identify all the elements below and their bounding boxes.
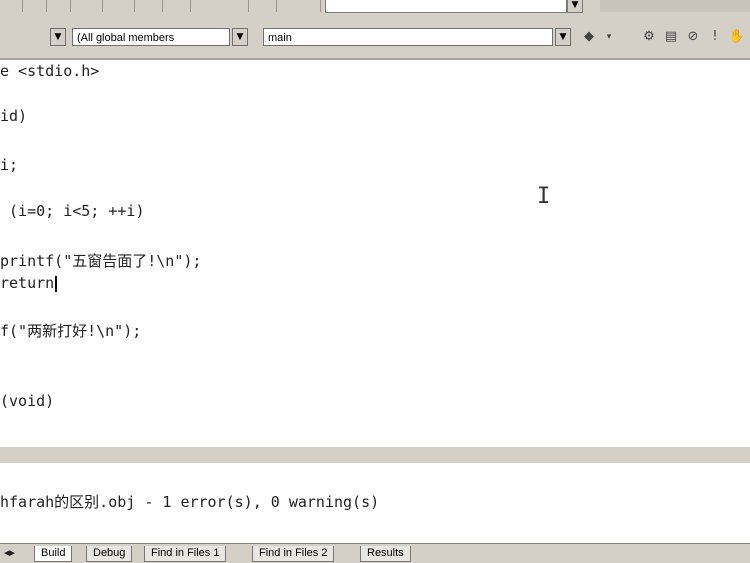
pane-splitter[interactable] <box>0 446 750 464</box>
code-line: e <stdio.h> <box>0 62 100 80</box>
code-line: (void) <box>0 392 55 410</box>
chevron-down-icon[interactable]: ▼ <box>555 28 571 46</box>
code-editor[interactable]: e <stdio.h> id) i; (i=0; i<5; ++i) print… <box>0 60 750 446</box>
redo-icon[interactable] <box>250 0 277 12</box>
tab-results[interactable]: Results <box>360 546 411 562</box>
toolbar-right-area <box>600 0 750 12</box>
code-line: return <box>0 274 55 292</box>
code-line: id) <box>0 107 28 125</box>
execute-icon[interactable]: ! <box>706 28 724 46</box>
wizard-bar: ▼ (All global members ▼ main ▼ ◆ ▾ ⚙ ▤ ⊘… <box>0 14 750 60</box>
tab-find-in-files-2[interactable]: Find in Files 2 <box>252 546 335 562</box>
open-file-icon[interactable] <box>24 0 47 12</box>
save-all-icon[interactable] <box>72 0 103 12</box>
cut-icon[interactable] <box>108 0 135 12</box>
save-icon[interactable] <box>48 0 71 12</box>
chevron-down-icon[interactable]: ▼ <box>232 28 248 46</box>
find-input[interactable] <box>325 0 567 13</box>
tab-build[interactable]: Build <box>34 546 73 562</box>
filter-combo[interactable]: (All global members <box>72 28 230 46</box>
tab-find-in-files-1[interactable]: Find in Files 1 <box>144 546 227 562</box>
breakpoint-icon[interactable]: ✋ <box>728 28 746 46</box>
code-line: printf("五窗告面了!\n"); <box>0 252 202 270</box>
tab-debug[interactable]: Debug <box>86 546 133 562</box>
text-caret <box>55 275 58 292</box>
standard-toolbar: ▼ <box>0 0 750 15</box>
chevron-down-icon[interactable]: ▾ <box>600 28 618 46</box>
compile-icon[interactable]: ⚙ <box>640 28 658 46</box>
chevron-down-icon[interactable]: ▼ <box>50 28 66 46</box>
build-output-line: hfarah的区别.obj - 1 error(s), 0 warning(s) <box>0 493 380 511</box>
new-file-icon[interactable] <box>0 0 23 12</box>
code-line: (i=0; i<5; ++i) <box>0 202 145 220</box>
paste-icon[interactable] <box>164 0 191 12</box>
output-pane[interactable]: hfarah的区别.obj - 1 error(s), 0 warning(s) <box>0 463 750 543</box>
find-in-files-icon[interactable] <box>294 0 321 12</box>
stop-build-icon[interactable]: ⊘ <box>684 28 702 46</box>
tab-scroll-icon[interactable]: ◂▸ <box>4 546 15 559</box>
build-icon[interactable]: ▤ <box>662 28 680 46</box>
member-combo[interactable]: main <box>263 28 553 46</box>
copy-icon[interactable] <box>136 0 163 12</box>
ibeam-cursor-icon: I <box>537 184 551 209</box>
output-tabs: ◂▸ Build Debug Find in Files 1 Find in F… <box>0 543 750 563</box>
code-line-with-caret: return <box>0 274 58 292</box>
code-line: f("两新打好!\n"); <box>0 322 142 340</box>
chevron-down-icon[interactable]: ▼ <box>567 0 583 13</box>
wizard-action-icon[interactable]: ◆ <box>580 28 598 46</box>
undo-icon[interactable] <box>222 0 249 12</box>
code-line: i; <box>0 156 19 174</box>
